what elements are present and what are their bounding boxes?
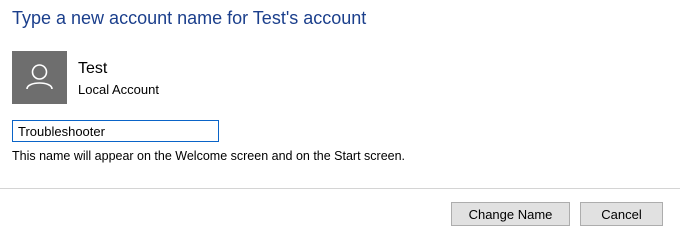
change-name-button[interactable]: Change Name: [451, 202, 570, 226]
footer-divider: [0, 188, 680, 189]
dialog-title: Type a new account name for Test's accou…: [12, 8, 367, 28]
user-icon: [26, 64, 53, 90]
account-avatar: [12, 51, 67, 104]
account-name-input[interactable]: [12, 120, 219, 142]
account-type: Local Account: [78, 82, 159, 97]
rename-account-dialog: Type a new account name for Test's accou…: [0, 0, 680, 234]
account-name: Test: [78, 60, 108, 77]
name-hint-text: This name will appear on the Welcome scr…: [12, 149, 406, 163]
cancel-button[interactable]: Cancel: [580, 202, 663, 226]
